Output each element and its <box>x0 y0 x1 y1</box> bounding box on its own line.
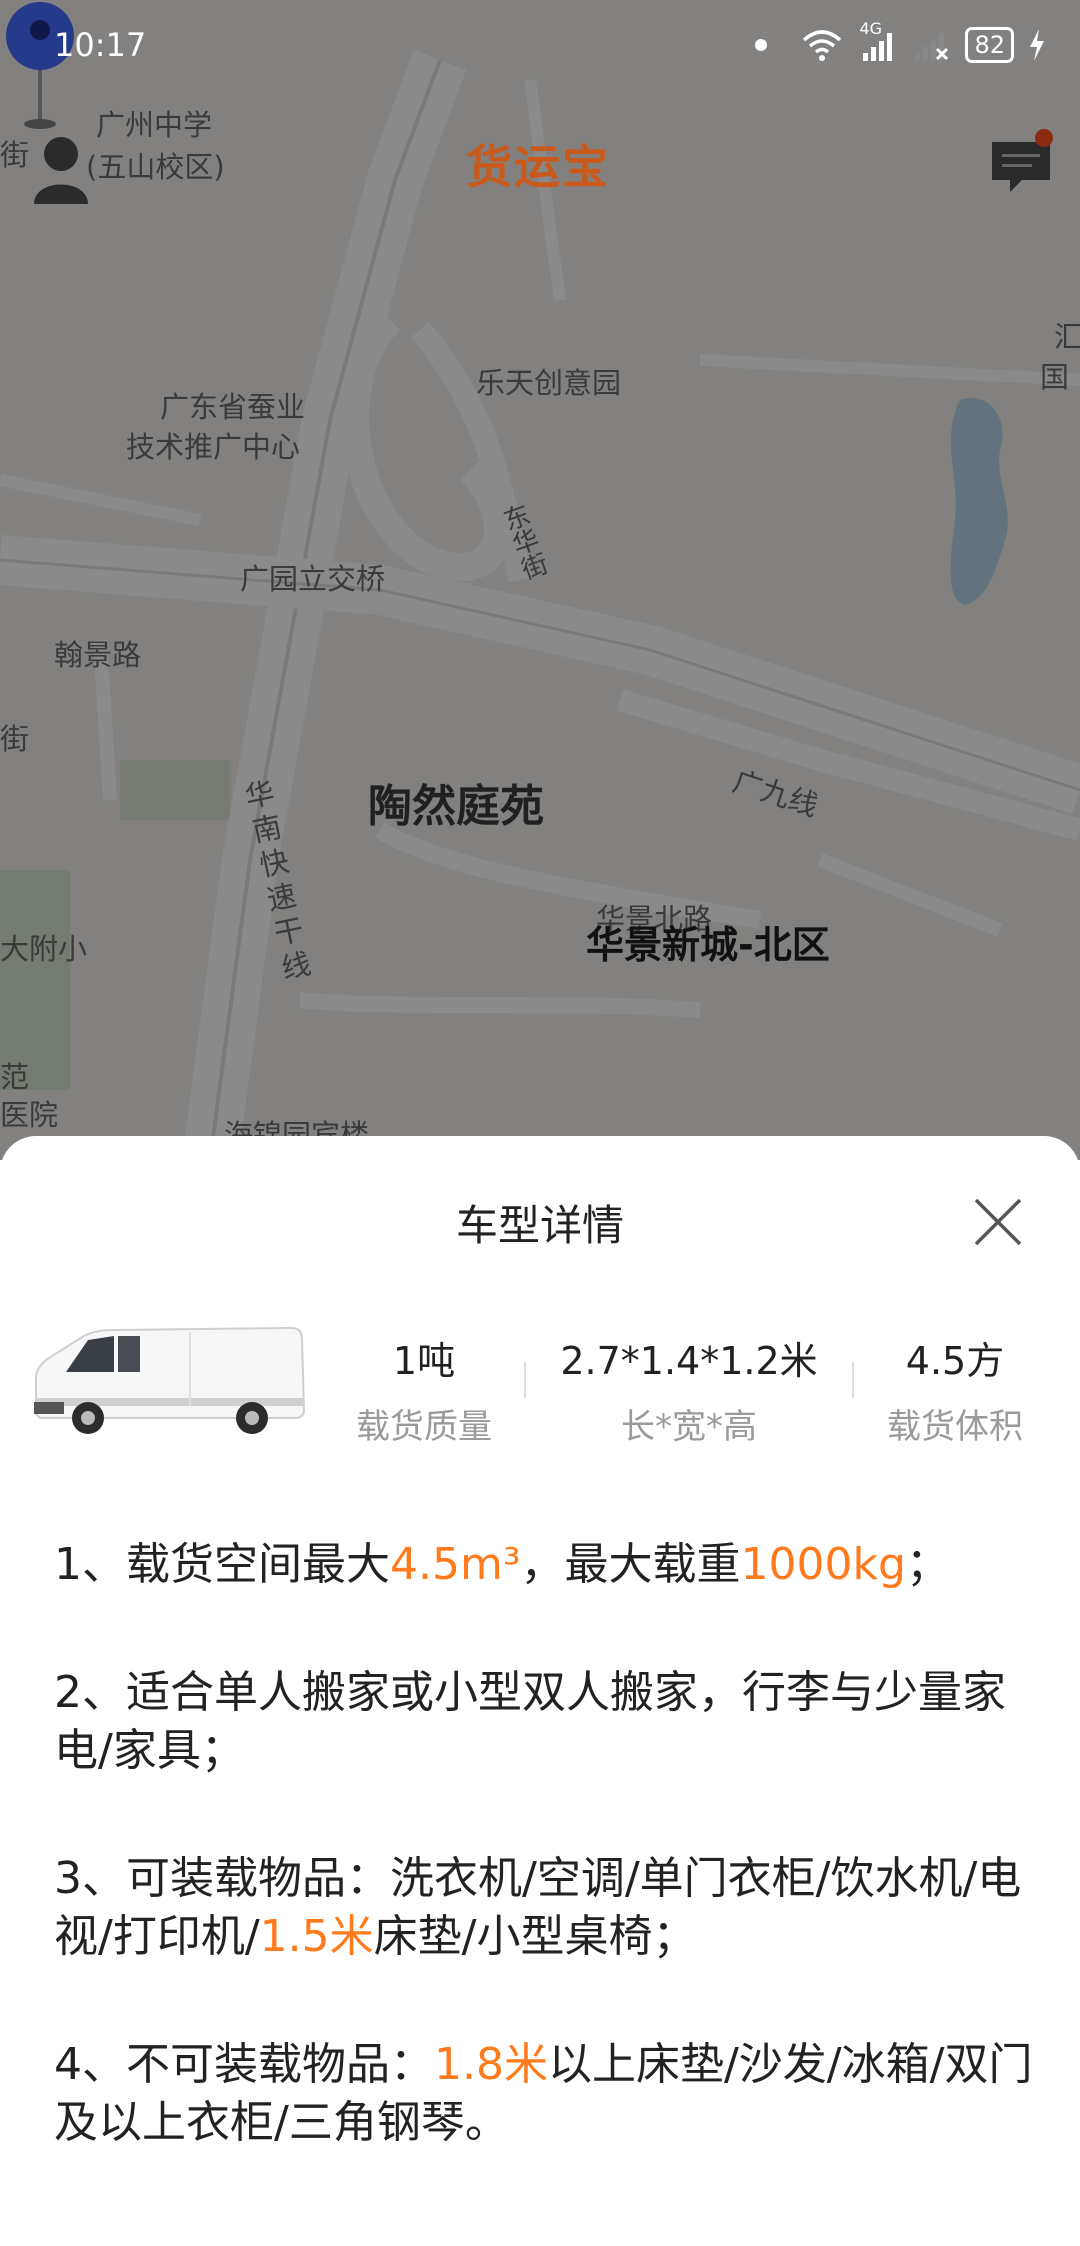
vehicle-detail-sheet: 车型详情 1吨 载货质量 2.7*1.4*1.2米 长*宽*高 4.5方 载货体… <box>0 1136 1080 2246</box>
status-bar: 10:17 4G 82 <box>0 0 1080 92</box>
highlight-mattress-limit: 1.8米 <box>434 2039 548 2090</box>
detail-item-4: 4、不可装载物品：1.8米以上床垫/沙发/冰箱/双门及以上衣柜/三角钢琴。 <box>54 2039 1033 2148</box>
cell-signal-icon: 4G <box>857 19 897 63</box>
highlight-max-load: 1000kg <box>740 1539 906 1590</box>
charging-icon <box>1030 29 1044 61</box>
app-logo: 货运宝 <box>466 140 610 194</box>
wifi-icon <box>803 30 842 61</box>
highlight-mattress-size: 1.5米 <box>259 1911 374 1962</box>
van-image <box>34 1326 306 1434</box>
close-icon <box>974 1198 1022 1246</box>
spec-weight-label: 载货质量 <box>356 1407 492 1447</box>
detail-item-1: 1、载货空间最大4.5m³，最大载重1000kg； <box>54 1539 950 1590</box>
close-button[interactable] <box>966 1190 1030 1254</box>
status-icons: 4G 82 <box>755 19 1046 68</box>
detail-item-3: 3、可装载物品：洗衣机/空调/单门衣柜/饮水机/电视/打印机/1.5米床垫/小型… <box>54 1853 1022 1962</box>
pin-address-label: 华景新城-北区 <box>586 923 830 967</box>
spec-volume: 4.5方 载货体积 <box>870 1330 1040 1448</box>
battery-level: 82 <box>965 27 1014 63</box>
spec-dimensions-value: 2.7*1.4*1.2米 <box>560 1339 818 1383</box>
spec-dimensions-label: 长*宽*高 <box>621 1407 757 1447</box>
cell-signal-2-icon <box>915 33 949 61</box>
message-icon[interactable] <box>988 128 1060 200</box>
vehicle-description: 1、载货空间最大4.5m³，最大载重1000kg； 2、适合单人搬家或小型双人搬… <box>54 1536 1044 2222</box>
spec-volume-value: 4.5方 <box>905 1339 1005 1383</box>
notification-dot-icon <box>755 39 768 51</box>
spec-divider <box>524 1362 526 1398</box>
user-profile-icon[interactable] <box>32 134 90 204</box>
detail-item-2: 2、适合单人搬家或小型双人搬家，行李与少量家电/家具； <box>54 1667 1006 1776</box>
highlight-volume: 4.5m³ <box>390 1539 521 1590</box>
spec-divider <box>852 1362 854 1398</box>
sheet-title: 车型详情 <box>455 1201 624 1250</box>
spec-weight-value: 1吨 <box>392 1339 456 1383</box>
spec-weight: 1吨 载货质量 <box>336 1330 512 1448</box>
spec-volume-label: 载货体积 <box>887 1407 1023 1447</box>
status-time: 10:17 <box>54 26 147 64</box>
spec-dimensions: 2.7*1.4*1.2米 长*宽*高 <box>548 1330 830 1448</box>
